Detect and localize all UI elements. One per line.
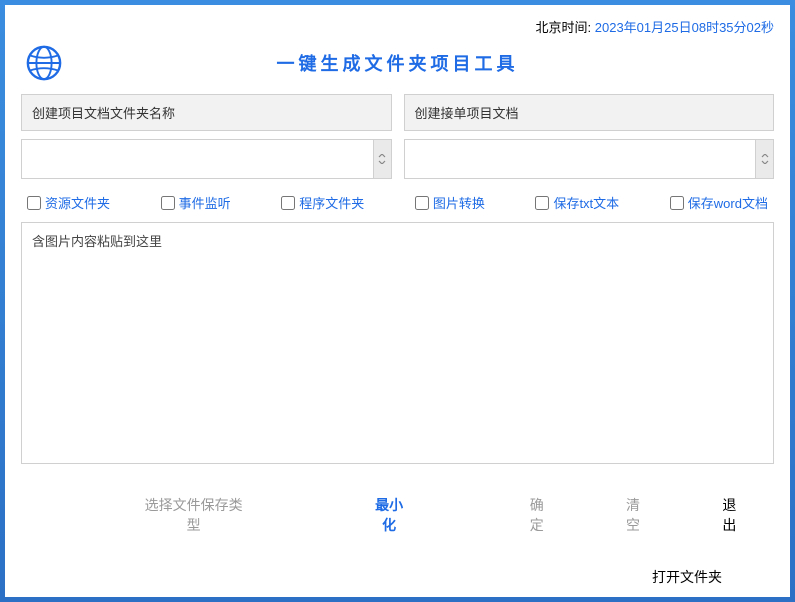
folder-name-input[interactable]	[22, 140, 373, 178]
check-image-convert[interactable]: 图片转换	[415, 193, 485, 212]
check-image-convert-label: 图片转换	[433, 193, 485, 212]
check-resource-folder-box[interactable]	[27, 196, 41, 210]
button-row-1: 选择文件保存类型 最小化 确定 清空 退出	[5, 467, 790, 549]
button-row-2: 打开文件夹	[5, 549, 790, 591]
order-doc-label: 创建接单项目文档	[404, 94, 775, 131]
app-window: 北京时间: 2023年01月25日08时35分02秒 一键生成文件夹项目工具 创…	[5, 5, 790, 597]
check-save-word-box[interactable]	[670, 196, 684, 210]
folder-name-dropdown-button[interactable]	[373, 140, 391, 178]
time-value: 2023年01月25日08时35分02秒	[595, 20, 774, 35]
check-resource-folder[interactable]: 资源文件夹	[27, 193, 110, 212]
open-folder-button[interactable]: 打开文件夹	[644, 563, 730, 591]
check-save-txt-box[interactable]	[535, 196, 549, 210]
order-doc-dropdown-button[interactable]	[755, 140, 773, 178]
check-save-txt[interactable]: 保存txt文本	[535, 193, 619, 212]
confirm-button[interactable]: 确定	[516, 491, 557, 539]
exit-button[interactable]: 退出	[709, 491, 750, 539]
fields-row: 创建项目文档文件夹名称 创建接单项目文档	[5, 94, 790, 179]
save-type-button[interactable]: 选择文件保存类型	[135, 491, 252, 539]
check-program-folder-box[interactable]	[281, 196, 295, 210]
top-bar: 北京时间: 2023年01月25日08时35分02秒	[5, 5, 790, 44]
order-doc-combo[interactable]	[404, 139, 775, 179]
minimize-button[interactable]: 最小化	[362, 491, 416, 539]
folder-name-combo[interactable]	[21, 139, 392, 179]
app-title: 一键生成文件夹项目工具	[83, 50, 712, 76]
check-event-listener-label: 事件监听	[179, 193, 231, 212]
checkbox-row: 资源文件夹 事件监听 程序文件夹 图片转换 保存txt文本 保存word文档	[5, 179, 790, 222]
content-textarea[interactable]	[21, 222, 774, 464]
header: 一键生成文件夹项目工具	[5, 44, 790, 94]
check-event-listener[interactable]: 事件监听	[161, 193, 231, 212]
check-program-folder[interactable]: 程序文件夹	[281, 193, 364, 212]
order-doc-input[interactable]	[405, 140, 756, 178]
globe-icon	[25, 44, 63, 82]
time-label: 北京时间:	[536, 20, 595, 35]
check-save-word-label: 保存word文档	[688, 193, 768, 212]
check-image-convert-box[interactable]	[415, 196, 429, 210]
check-save-txt-label: 保存txt文本	[553, 193, 619, 212]
folder-name-label: 创建项目文档文件夹名称	[21, 94, 392, 131]
check-save-word[interactable]: 保存word文档	[670, 193, 768, 212]
clear-button[interactable]: 清空	[612, 491, 653, 539]
check-resource-folder-label: 资源文件夹	[45, 193, 110, 212]
check-event-listener-box[interactable]	[161, 196, 175, 210]
check-program-folder-label: 程序文件夹	[299, 193, 364, 212]
textarea-wrap	[5, 222, 790, 467]
